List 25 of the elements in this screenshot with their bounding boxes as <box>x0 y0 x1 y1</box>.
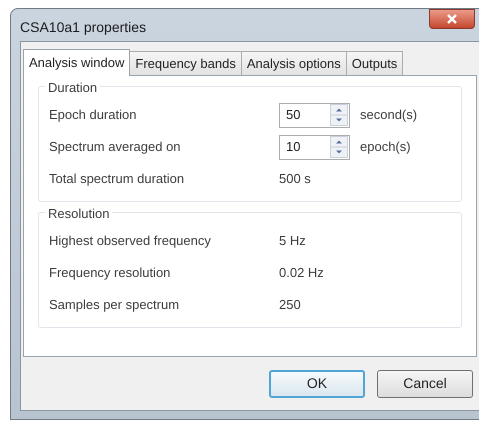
dialog-button[interactable]: OK <box>269 370 365 398</box>
spin-arrows-icon[interactable] <box>330 136 348 158</box>
field-label: Spectrum averaged on <box>49 138 182 156</box>
window-title: CSA10a1 properties <box>20 18 146 37</box>
field-label: Frequency resolution <box>49 264 172 282</box>
value-text: 250 <box>279 296 301 314</box>
tab[interactable]: Frequency bands <box>130 51 242 75</box>
field-label: Highest observed frequency <box>49 232 212 250</box>
tab[interactable]: Outputs <box>346 51 404 75</box>
field-label: Total spectrum duration <box>49 170 186 188</box>
spin-field[interactable]: 50 <box>279 102 350 128</box>
close-button[interactable] <box>429 9 475 29</box>
field-label: Epoch duration <box>49 106 138 124</box>
spin-field[interactable]: 10 <box>279 134 350 160</box>
unit-label: epoch(s) <box>360 138 411 156</box>
field-label: Samples per spectrum <box>49 296 180 314</box>
value-text: 5 Hz <box>279 232 306 250</box>
value-text: 0.02 Hz <box>279 264 324 282</box>
spin-arrows-icon[interactable] <box>330 104 348 126</box>
close-icon <box>446 14 458 24</box>
tab[interactable]: Analysis window <box>23 49 130 76</box>
value-text: 500 s <box>279 170 311 188</box>
tab[interactable]: Analysis options <box>242 51 347 75</box>
unit-label: second(s) <box>360 106 418 124</box>
dialog-button[interactable]: Cancel <box>377 370 473 398</box>
